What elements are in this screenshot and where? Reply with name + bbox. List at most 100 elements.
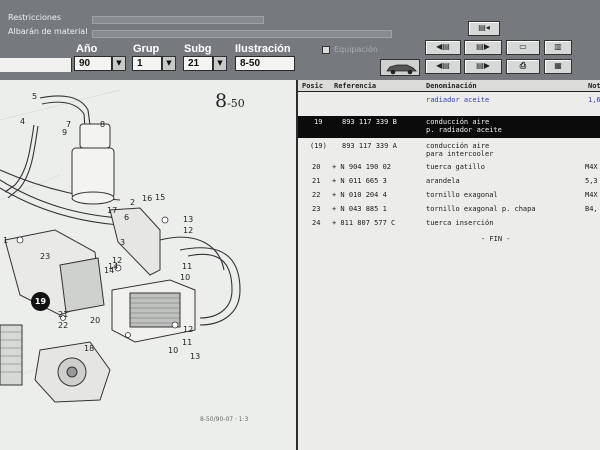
diagram-page-suffix: -50	[227, 97, 245, 110]
callout-19-highlight[interactable]: 19	[31, 292, 50, 311]
ilustracion-field[interactable]: 8-50	[235, 56, 295, 71]
col-nota[interactable]: Not	[588, 82, 600, 90]
callout[interactable]: 5	[32, 92, 37, 101]
ano-dropdown-icon[interactable]: ▼	[112, 56, 126, 71]
equipacion-checkbox[interactable]	[322, 46, 330, 54]
diagram-footer-code: 8-50/90-07 · 1·3	[200, 416, 249, 423]
left-field[interactable]	[0, 58, 72, 72]
col-denominacion[interactable]: Denominación	[426, 82, 477, 90]
toolbar-list-icon[interactable]: ▤◂	[468, 21, 500, 36]
toolbar-grid-icon[interactable]: ▭	[506, 40, 540, 55]
row-denominacion: arandela	[426, 177, 460, 185]
albaran-label: Albarán de material	[8, 27, 88, 36]
table-row[interactable]: 22 + N 010 204 4 tornillo exagonal M4X	[298, 189, 600, 201]
row-posic: (19)	[310, 142, 327, 150]
callout[interactable]: 13	[190, 352, 200, 361]
callout[interactable]: 21	[58, 310, 68, 319]
callout[interactable]: 11	[182, 262, 192, 271]
row-extra: 5,3	[585, 177, 598, 185]
table-row[interactable]: (19) 893 117 339 A conducción aire para …	[298, 140, 600, 162]
row-denominacion: tornillo exagonal p. chapa	[426, 205, 536, 213]
toolbar-arrow-left-icon[interactable]: ◀▤	[425, 40, 461, 55]
ano-select[interactable]: 90	[74, 56, 112, 71]
row-denominacion-2: para intercooler	[426, 150, 494, 158]
callout[interactable]: 23	[40, 252, 50, 261]
row-extra: M4X	[585, 163, 598, 171]
callout[interactable]: 20	[90, 316, 100, 325]
list-end-marker: - FIN -	[481, 235, 511, 243]
row-referencia: + 811 807 577 C	[332, 219, 396, 227]
row-referencia: + N 011 665 3	[332, 177, 387, 185]
table-row[interactable]: 23 + N 043 885 1 tornillo exagonal p. ch…	[298, 203, 600, 215]
row-referencia: 893 117 339 B	[342, 118, 397, 126]
callout[interactable]: 6	[124, 213, 129, 222]
callout[interactable]: 1	[3, 236, 8, 245]
ano-header: Año	[76, 43, 98, 55]
car-icon[interactable]	[380, 59, 420, 76]
callout[interactable]: 10	[180, 273, 190, 282]
row-posic: 21	[312, 177, 321, 185]
toolbar-arrow-right-icon[interactable]: ▤▶	[464, 40, 502, 55]
grup-dropdown-icon[interactable]: ▼	[162, 56, 176, 71]
toolbar-prev-icon[interactable]: ◀▤	[425, 59, 461, 74]
callout[interactable]: 11	[182, 338, 192, 347]
callout[interactable]: 12	[112, 256, 122, 265]
callout[interactable]: 13	[183, 215, 193, 224]
row-posic: 23	[312, 205, 321, 213]
ilustracion-header: Ilustración	[235, 43, 291, 55]
callout[interactable]: 9	[62, 128, 67, 137]
col-posic[interactable]: Posic	[302, 82, 323, 90]
callout[interactable]: 4	[20, 117, 25, 126]
row-denominacion: radiador aceite	[426, 96, 490, 104]
callout[interactable]: 22	[58, 321, 68, 330]
callout[interactable]: 12	[183, 226, 193, 235]
callout[interactable]: 2	[130, 198, 135, 207]
toolbar: Restricciones Albarán de material Año Gr…	[0, 0, 600, 80]
callout[interactable]: 18	[84, 344, 94, 353]
row-denominacion: tornillo exagonal	[426, 191, 498, 199]
table-row-selected[interactable]: 19 893 117 339 B conducción aire p. radi…	[298, 116, 600, 138]
parts-drawing[interactable]	[0, 80, 298, 450]
printer-icon[interactable]: ⎙	[506, 59, 540, 74]
row-posic: 19	[314, 118, 323, 126]
row-referencia: + N 904 190 02	[332, 163, 392, 171]
subg-dropdown-icon[interactable]: ▼	[213, 56, 227, 71]
diagram-page-number: 8-50	[215, 90, 245, 112]
callout[interactable]: 16	[142, 194, 152, 203]
callout[interactable]: 15	[155, 193, 165, 202]
col-referencia[interactable]: Referencia	[334, 82, 376, 90]
row-denominacion: conducción aire	[426, 118, 490, 126]
albaran-field[interactable]	[92, 30, 392, 38]
table-row[interactable]: radiador aceite 1,6	[298, 94, 600, 106]
table-row[interactable]: 21 + N 011 665 3 arandela 5,3	[298, 175, 600, 187]
restricciones-field[interactable]	[92, 16, 264, 24]
toolbar-stack-icon[interactable]: ▥	[544, 40, 572, 55]
equipacion-label: Equipación	[334, 45, 378, 54]
toolbar-doc-icon[interactable]: ▦	[544, 59, 572, 74]
row-referencia: + N 010 204 4	[332, 191, 387, 199]
callout[interactable]: 10	[168, 346, 178, 355]
row-denominacion: tuerca inserción	[426, 219, 494, 227]
callout[interactable]: 17	[107, 206, 117, 215]
row-posic: 22	[312, 191, 321, 199]
table-row[interactable]: 20 + N 904 190 02 tuerca gatillo M4X	[298, 161, 600, 173]
grup-select[interactable]: 1	[132, 56, 162, 71]
subg-header: Subg	[184, 43, 212, 55]
row-denominacion: conducción aire	[426, 142, 490, 150]
toolbar-next-icon[interactable]: ▤▶	[464, 59, 502, 74]
row-extra: B4,	[585, 205, 598, 213]
grup-header: Grup	[133, 43, 160, 55]
callout[interactable]: 12	[183, 325, 193, 334]
callout[interactable]: 14	[104, 266, 114, 275]
callout[interactable]: 8	[100, 120, 105, 129]
row-denominacion-2: p. radiador aceite	[426, 126, 502, 134]
subg-select[interactable]: 21	[183, 56, 213, 71]
callout[interactable]: 7	[66, 120, 71, 129]
row-referencia: 893 117 339 A	[342, 142, 397, 150]
callout[interactable]: 3	[120, 238, 125, 247]
exploded-diagram: 8-50 5 4 8 9 7 3 2 6 17 14 16 15 13 12 1…	[0, 80, 298, 450]
parts-list-header: Posic Referencia Denominación Not	[298, 80, 600, 92]
row-referencia: + N 043 885 1	[332, 205, 387, 213]
table-row[interactable]: 24 + 811 807 577 C tuerca inserción	[298, 217, 600, 229]
row-denominacion: tuerca gatillo	[426, 163, 486, 171]
